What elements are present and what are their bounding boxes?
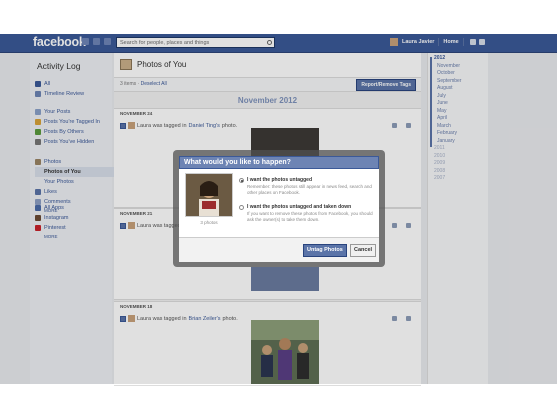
radio-untag-takedown[interactable]: [239, 205, 244, 210]
cancel-button[interactable]: Cancel: [350, 244, 377, 257]
dialog-footer: Untag Photos Cancel: [179, 237, 379, 262]
photo-thumbnail: [185, 173, 233, 217]
untag-dialog: What would you like to happen? 3 photos …: [173, 150, 385, 267]
photo-count: 3 photos: [200, 220, 218, 225]
dialog-title: What would you like to happen?: [179, 156, 379, 169]
thumbnail-image: [186, 174, 232, 216]
dialog-body: 3 photos I want the photos untagged Reme…: [179, 169, 379, 237]
option-untag[interactable]: I want the photos untagged Remember: the…: [239, 177, 375, 195]
option-untag-takedown-desc: If you want to remove these photos from …: [247, 211, 373, 222]
option-untag-takedown[interactable]: I want the photos untagged and taken dow…: [239, 204, 375, 222]
radio-untag[interactable]: [239, 178, 244, 183]
dialog-panel: What would you like to happen? 3 photos …: [179, 156, 379, 262]
option-untag-desc: Remember: these photos still appear in n…: [247, 184, 372, 195]
option-untag-takedown-label: I want the photos untagged and taken dow…: [247, 204, 352, 210]
untag-photos-button[interactable]: Untag Photos: [303, 244, 347, 257]
option-untag-label: I want the photos untagged: [247, 177, 312, 183]
